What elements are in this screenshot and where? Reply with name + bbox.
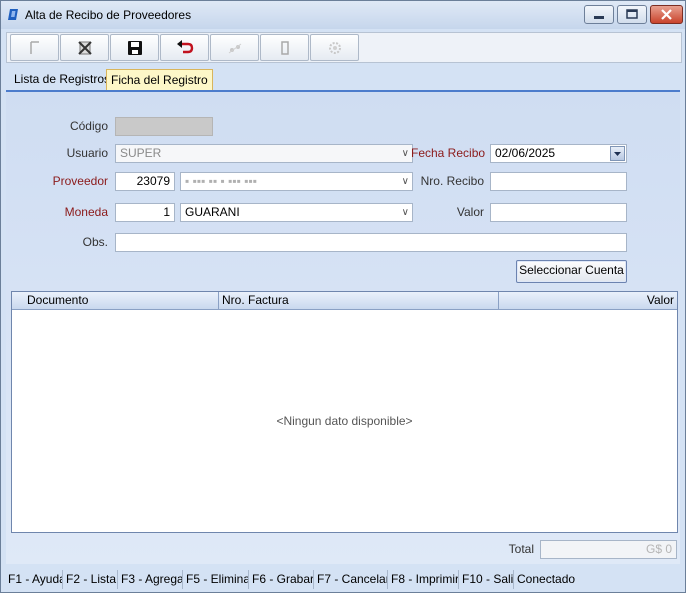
settings-icon <box>328 41 341 54</box>
save-button[interactable] <box>110 34 159 61</box>
moneda-label: Moneda <box>64 205 108 219</box>
print-button[interactable] <box>260 34 309 61</box>
fecha-recibo-value: 02/06/2025 <box>495 146 556 160</box>
search-icon <box>228 43 241 53</box>
tab-lista-registros[interactable]: Lista de Registros <box>10 69 115 89</box>
proveedor-name-value: ▪ ▪▪▪ ▪▪ ▪ ▪▪▪ ▪▪▪ <box>185 174 257 188</box>
moneda-code-field[interactable]: 1 <box>115 203 175 222</box>
nro-recibo-field[interactable] <box>490 172 627 191</box>
nro-recibo-label: Nro. Recibo <box>420 174 484 188</box>
column-divider[interactable] <box>218 292 219 309</box>
settings-button[interactable] <box>310 34 359 61</box>
chevron-down-icon[interactable]: ∨ <box>402 173 409 190</box>
documents-grid[interactable]: Documento Nro. Factura Valor <Ningun dat… <box>11 291 678 533</box>
column-valor[interactable]: Valor <box>647 293 674 307</box>
print-icon <box>280 40 289 55</box>
chevron-down-icon <box>614 152 621 156</box>
status-f10-exit[interactable]: F10 - Salir <box>459 570 514 589</box>
column-documento[interactable]: Documento <box>27 293 88 307</box>
obs-field[interactable] <box>115 233 627 252</box>
proveedor-label: Proveedor <box>52 174 108 188</box>
fecha-recibo-picker[interactable]: 02/06/2025 <box>490 144 627 163</box>
maximize-icon <box>626 9 638 19</box>
chevron-down-icon[interactable]: ∨ <box>402 145 409 162</box>
codigo-field[interactable] <box>115 117 213 136</box>
usuario-value: SUPER <box>120 146 162 160</box>
empty-grid-message: <Ningun dato disponible> <box>276 414 413 428</box>
grid-header: Documento Nro. Factura Valor <box>12 292 677 310</box>
close-icon <box>661 9 672 20</box>
window-title: Alta de Recibo de Proveedores <box>25 8 192 22</box>
status-f5-delete[interactable]: F5 - Eliminar <box>183 570 249 589</box>
usuario-label: Usuario <box>66 146 108 160</box>
delete-icon <box>77 40 92 55</box>
status-f1-help[interactable]: F1 - Ayuda <box>5 570 63 589</box>
undo-icon <box>176 39 193 53</box>
column-nro-factura[interactable]: Nro. Factura <box>222 293 289 307</box>
calendar-dropdown-button[interactable] <box>610 146 625 161</box>
toolbar <box>6 32 682 63</box>
usuario-select[interactable]: SUPER ∨ <box>115 144 413 163</box>
valor-field[interactable] <box>490 203 627 222</box>
search-button[interactable] <box>210 34 259 61</box>
undo-button[interactable] <box>160 34 209 61</box>
new-button[interactable] <box>10 34 59 61</box>
minimize-icon <box>594 16 604 19</box>
chevron-down-icon[interactable]: ∨ <box>402 204 409 221</box>
close-button[interactable] <box>650 5 683 24</box>
moneda-select[interactable]: GUARANI ∨ <box>180 203 413 222</box>
status-f7-cancel[interactable]: F7 - Cancelar <box>314 570 388 589</box>
save-icon <box>127 40 142 55</box>
status-f2-list[interactable]: F2 - Lista <box>63 570 118 589</box>
maximize-button[interactable] <box>617 5 647 24</box>
tab-ficha-registro[interactable]: Ficha del Registro <box>106 69 213 90</box>
total-field[interactable]: G$ 0 <box>540 540 677 559</box>
minimize-button[interactable] <box>584 5 614 24</box>
new-icon <box>29 40 39 54</box>
proveedor-name-select[interactable]: ▪ ▪▪▪ ▪▪ ▪ ▪▪▪ ▪▪▪ ∨ <box>180 172 413 191</box>
proveedor-code-field[interactable]: 23079 <box>115 172 175 191</box>
total-label: Total <box>508 542 534 556</box>
status-connection: Conectado <box>517 572 576 586</box>
status-f3-add[interactable]: F3 - Agregar <box>118 570 183 589</box>
status-bar: F1 - Ayuda F2 - Lista F3 - Agregar F5 - … <box>1 567 685 592</box>
app-logo-icon <box>8 9 18 20</box>
select-account-button[interactable]: Seleccionar Cuenta <box>516 260 627 283</box>
delete-button[interactable] <box>60 34 109 61</box>
app-window: Alta de Recibo de Proveedores Lista de R… <box>0 0 686 593</box>
obs-label: Obs. <box>82 235 108 249</box>
codigo-label: Código <box>69 119 108 133</box>
fecha-recibo-label: Fecha Recibo <box>411 146 486 160</box>
status-f6-save[interactable]: F6 - Grabar <box>249 570 314 589</box>
valor-label: Valor <box>456 205 484 219</box>
column-divider[interactable] <box>498 292 499 309</box>
moneda-name-value: GUARANI <box>185 205 240 219</box>
title-bar[interactable]: Alta de Recibo de Proveedores <box>1 1 685 29</box>
status-f8-print[interactable]: F8 - Imprimir <box>388 570 459 589</box>
